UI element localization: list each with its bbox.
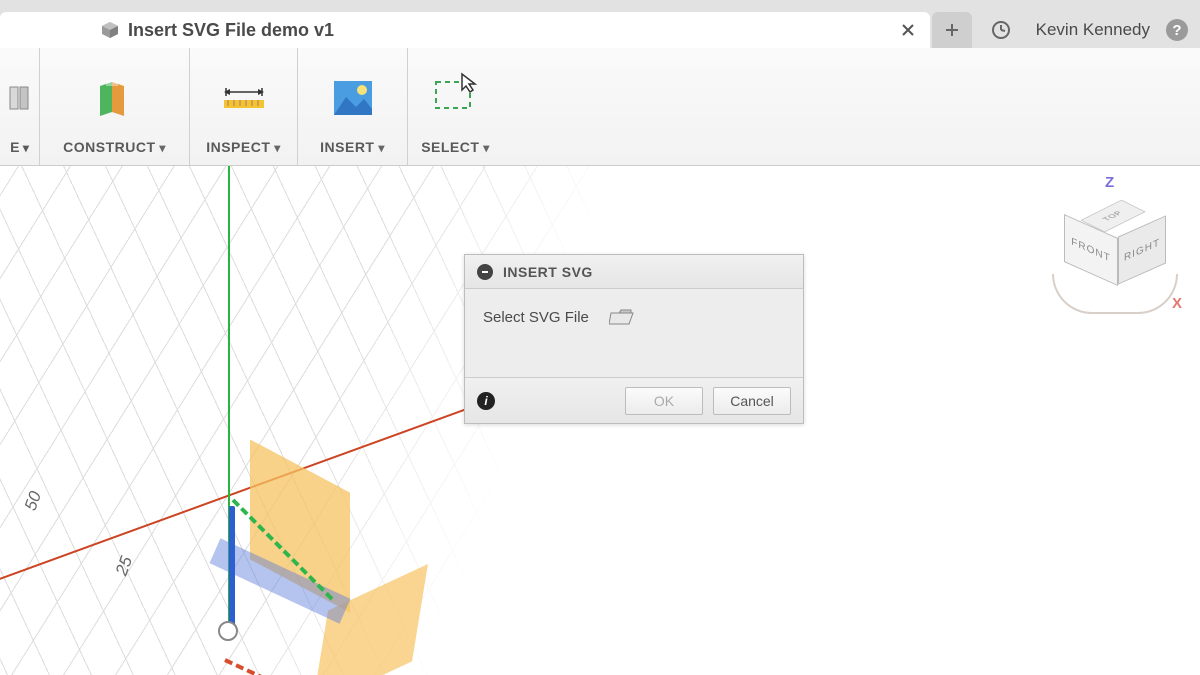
toolbar-label-construct: CONSTRUCT	[63, 139, 166, 155]
help-icon[interactable]: ?	[1166, 19, 1188, 41]
toolbar-group-construct[interactable]: CONSTRUCT	[40, 48, 190, 165]
document-tab[interactable]: Insert SVG File demo v1	[0, 12, 930, 48]
toolbar-label-inspect: INSPECT	[206, 139, 281, 155]
view-cube[interactable]: Z TOP FRONT RIGHT X	[1060, 186, 1170, 306]
toolbar-group-insert[interactable]: INSERT	[298, 48, 408, 165]
toolbar-label-partial: E	[10, 139, 29, 155]
toolbar-label-insert: INSERT	[320, 139, 385, 155]
user-name[interactable]: Kevin Kennedy	[1036, 20, 1150, 40]
select-icon	[432, 56, 480, 139]
toolbar-group-select[interactable]: SELECT	[408, 48, 503, 165]
collapse-icon[interactable]	[477, 264, 493, 280]
toolbar-group-inspect[interactable]: INSPECT	[190, 48, 298, 165]
folder-icon[interactable]	[609, 307, 635, 327]
tab-bar: Insert SVG File demo v1 Kevin Kennedy ?	[0, 12, 1200, 48]
dialog-title: INSERT SVG	[503, 264, 593, 280]
construct-icon	[92, 56, 138, 139]
dialog-header[interactable]: INSERT SVG	[465, 255, 803, 289]
ok-button[interactable]: OK	[625, 387, 703, 415]
select-file-label: Select SVG File	[483, 309, 589, 326]
toolbar-group-partial[interactable]: E	[0, 48, 40, 165]
toolbar-label-select: SELECT	[421, 139, 490, 155]
inspect-icon	[220, 56, 268, 139]
clock-icon[interactable]	[990, 19, 1012, 41]
insert-icon	[332, 56, 374, 139]
axis-label-x: X	[1172, 295, 1182, 312]
insert-svg-dialog: INSERT SVG Select SVG File i OK Cancel	[464, 254, 804, 424]
viewcube-compass[interactable]	[1052, 274, 1178, 314]
tab-title: Insert SVG File demo v1	[128, 20, 334, 41]
axis-label-z: Z	[1105, 174, 1114, 191]
info-icon[interactable]: i	[477, 392, 495, 410]
new-tab-button[interactable]	[932, 12, 972, 48]
toolbar: E CONSTRUCT INSPECT INSERT SELECT	[0, 48, 1200, 166]
viewport-canvas[interactable]: 50 25 Z TOP FRONT RIGHT X INSERT SVG Sel…	[0, 166, 1200, 675]
close-icon[interactable]	[898, 20, 918, 40]
z-axis	[229, 506, 235, 636]
cube-icon	[100, 20, 120, 40]
cancel-button[interactable]: Cancel	[713, 387, 791, 415]
origin-point[interactable]	[218, 621, 238, 641]
